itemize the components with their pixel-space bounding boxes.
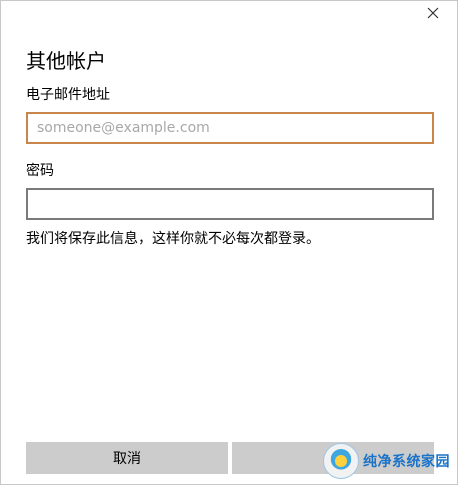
dialog-title: 其他帐户	[26, 49, 106, 73]
close-button[interactable]	[423, 3, 443, 23]
close-icon	[427, 7, 439, 19]
email-label: 电子邮件地址	[26, 87, 110, 103]
cancel-button[interactable]: 取消	[26, 442, 228, 474]
email-input[interactable]	[26, 112, 434, 144]
login-button[interactable]	[232, 442, 434, 474]
password-label: 密码	[26, 163, 54, 179]
save-info-note: 我们将保存此信息，这样你就不必每次都登录。	[26, 231, 320, 247]
other-account-dialog: 其他帐户 电子邮件地址 密码 我们将保存此信息，这样你就不必每次都登录。 取消	[0, 0, 458, 485]
password-input[interactable]	[26, 188, 434, 220]
